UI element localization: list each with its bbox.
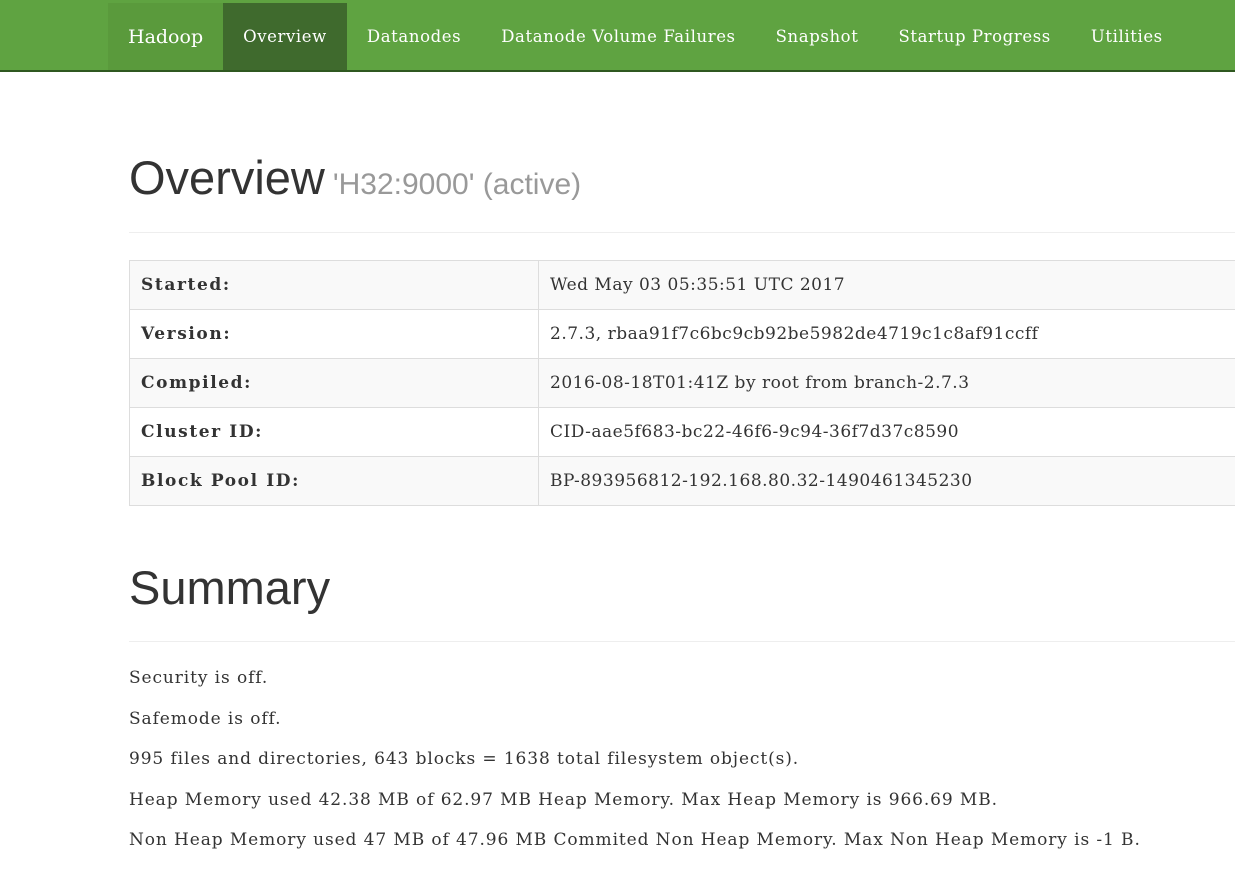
table-row: Compiled: 2016-08-18T01:41Z by root from… xyxy=(130,359,1235,408)
cluster-id-label: Cluster ID: xyxy=(130,408,539,457)
table-row: Cluster ID: CID-aae5f683-bc22-46f6-9c94-… xyxy=(130,408,1235,457)
overview-header: Overview'H32:9000' (active) xyxy=(129,150,1235,233)
table-row: Version: 2.7.3, rbaa91f7c6bc9cb92be5982d… xyxy=(130,310,1235,359)
security-status: Security is off. xyxy=(129,668,1235,709)
block-pool-id-label: Block Pool ID: xyxy=(130,457,539,506)
nav-utilities[interactable]: Utilities xyxy=(1071,3,1183,70)
summary-section: Security is off. Safemode is off. 995 fi… xyxy=(129,668,1235,871)
safemode-status: Safemode is off. xyxy=(129,709,1235,750)
version-value: 2.7.3, rbaa91f7c6bc9cb92be5982de4719c1c8… xyxy=(539,310,1235,359)
page-title-text: Overview xyxy=(129,151,325,204)
nav-startup-progress[interactable]: Startup Progress xyxy=(878,3,1070,70)
brand-link[interactable]: Hadoop xyxy=(108,3,223,70)
compiled-label: Compiled: xyxy=(130,359,539,408)
heap-memory: Heap Memory used 42.38 MB of 62.97 MB He… xyxy=(129,790,1235,831)
top-navbar: Hadoop Overview Datanodes Datanode Volum… xyxy=(0,0,1235,72)
block-pool-id-value: BP-893956812-192.168.80.32-1490461345230 xyxy=(539,457,1235,506)
summary-title: Summary xyxy=(129,560,1235,615)
nav-datanodes[interactable]: Datanodes xyxy=(347,3,481,70)
table-row: Started: Wed May 03 05:35:51 UTC 2017 xyxy=(130,261,1235,310)
nav-menu: Hadoop Overview Datanodes Datanode Volum… xyxy=(108,3,1183,70)
nav-datanode-volume-failures[interactable]: Datanode Volume Failures xyxy=(481,3,755,70)
summary-header: Summary xyxy=(129,560,1235,642)
compiled-value: 2016-08-18T01:41Z by root from branch-2.… xyxy=(539,359,1235,408)
overview-info-table: Started: Wed May 03 05:35:51 UTC 2017 Ve… xyxy=(129,260,1235,506)
nav-snapshot[interactable]: Snapshot xyxy=(756,3,879,70)
started-value: Wed May 03 05:35:51 UTC 2017 xyxy=(539,261,1235,310)
nav-overview[interactable]: Overview xyxy=(223,3,347,70)
cluster-id-value: CID-aae5f683-bc22-46f6-9c94-36f7d37c8590 xyxy=(539,408,1235,457)
page-title: Overview'H32:9000' (active) xyxy=(129,150,581,205)
page-subtitle: 'H32:9000' (active) xyxy=(333,168,581,201)
filesystem-objects: 995 files and directories, 643 blocks = … xyxy=(129,749,1235,790)
non-heap-memory: Non Heap Memory used 47 MB of 47.96 MB C… xyxy=(129,830,1235,871)
table-row: Block Pool ID: BP-893956812-192.168.80.3… xyxy=(130,457,1235,506)
started-label: Started: xyxy=(130,261,539,310)
version-label: Version: xyxy=(130,310,539,359)
